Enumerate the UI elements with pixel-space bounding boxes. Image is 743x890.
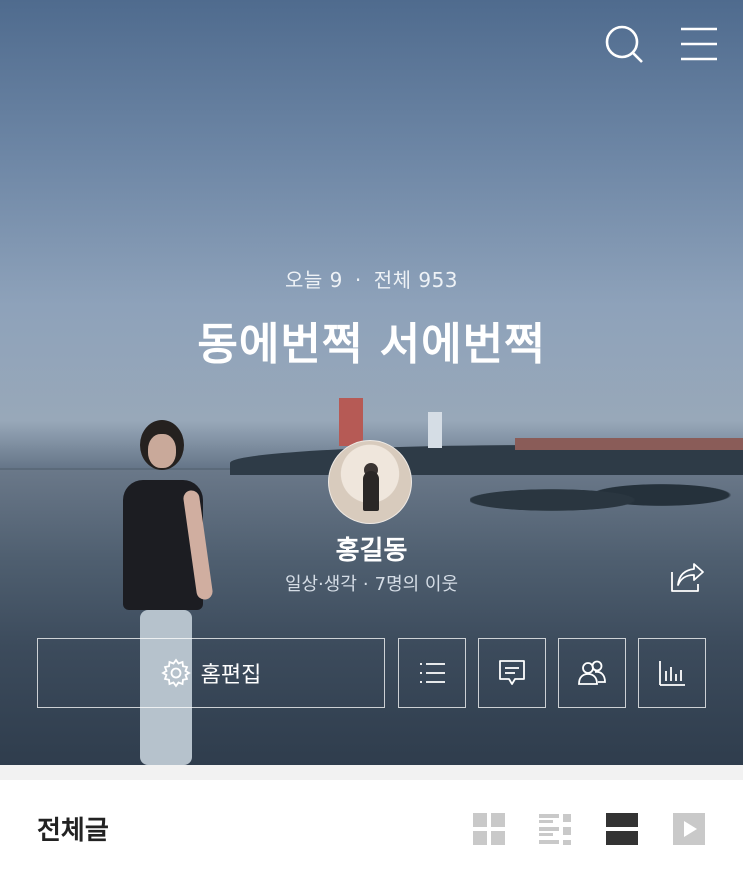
guestbook-button[interactable] (478, 638, 546, 708)
list-view-icon (539, 814, 571, 845)
card-view-icon (606, 813, 638, 845)
avatar[interactable] (328, 440, 412, 524)
list-view-button[interactable] (538, 812, 572, 846)
neighbor-count[interactable]: 7명의 이웃 (375, 574, 458, 595)
neighbors-icon (578, 660, 606, 685)
home-edit-label: 홈편집 (200, 663, 262, 688)
red-lighthouse (339, 398, 363, 446)
all-posts-title[interactable]: 전체글 (37, 810, 109, 847)
rocks (470, 475, 743, 525)
stats-separator: · (354, 268, 362, 292)
statistics-button[interactable] (638, 638, 706, 708)
grid-view-button[interactable] (472, 812, 506, 846)
neighbors-button[interactable] (558, 638, 626, 708)
total-visits: 전체 953 (373, 268, 459, 292)
home-edit-button[interactable]: 홈편집 (37, 638, 385, 708)
owner-name[interactable]: 홍길동 (0, 530, 743, 567)
video-view-icon (673, 813, 705, 845)
comment-icon (499, 660, 525, 685)
search-icon[interactable] (602, 22, 646, 66)
harbor-buildings (515, 438, 743, 450)
card-view-button[interactable] (605, 812, 639, 846)
today-visits: 오늘 9 (284, 268, 343, 292)
gear-icon (160, 658, 191, 688)
owner-category: 일상·생각 (284, 574, 357, 595)
list-icon (420, 663, 445, 683)
category-list-button[interactable] (398, 638, 466, 708)
visit-stats: 오늘 9 · 전체 953 (0, 264, 743, 293)
hamburger-menu-icon[interactable] (677, 22, 721, 66)
white-lighthouse (428, 412, 442, 448)
post-list-header: 전체글 (0, 780, 743, 890)
stats-icon (659, 661, 685, 686)
owner-meta: 일상·생각 · 7명의 이웃 (0, 570, 743, 596)
blog-title[interactable]: 동에번쩍 서에번쩍 (0, 308, 743, 372)
grid-view-icon (473, 813, 505, 845)
share-icon[interactable] (668, 560, 706, 594)
video-view-button[interactable] (672, 812, 706, 846)
meta-separator: · (362, 574, 369, 595)
